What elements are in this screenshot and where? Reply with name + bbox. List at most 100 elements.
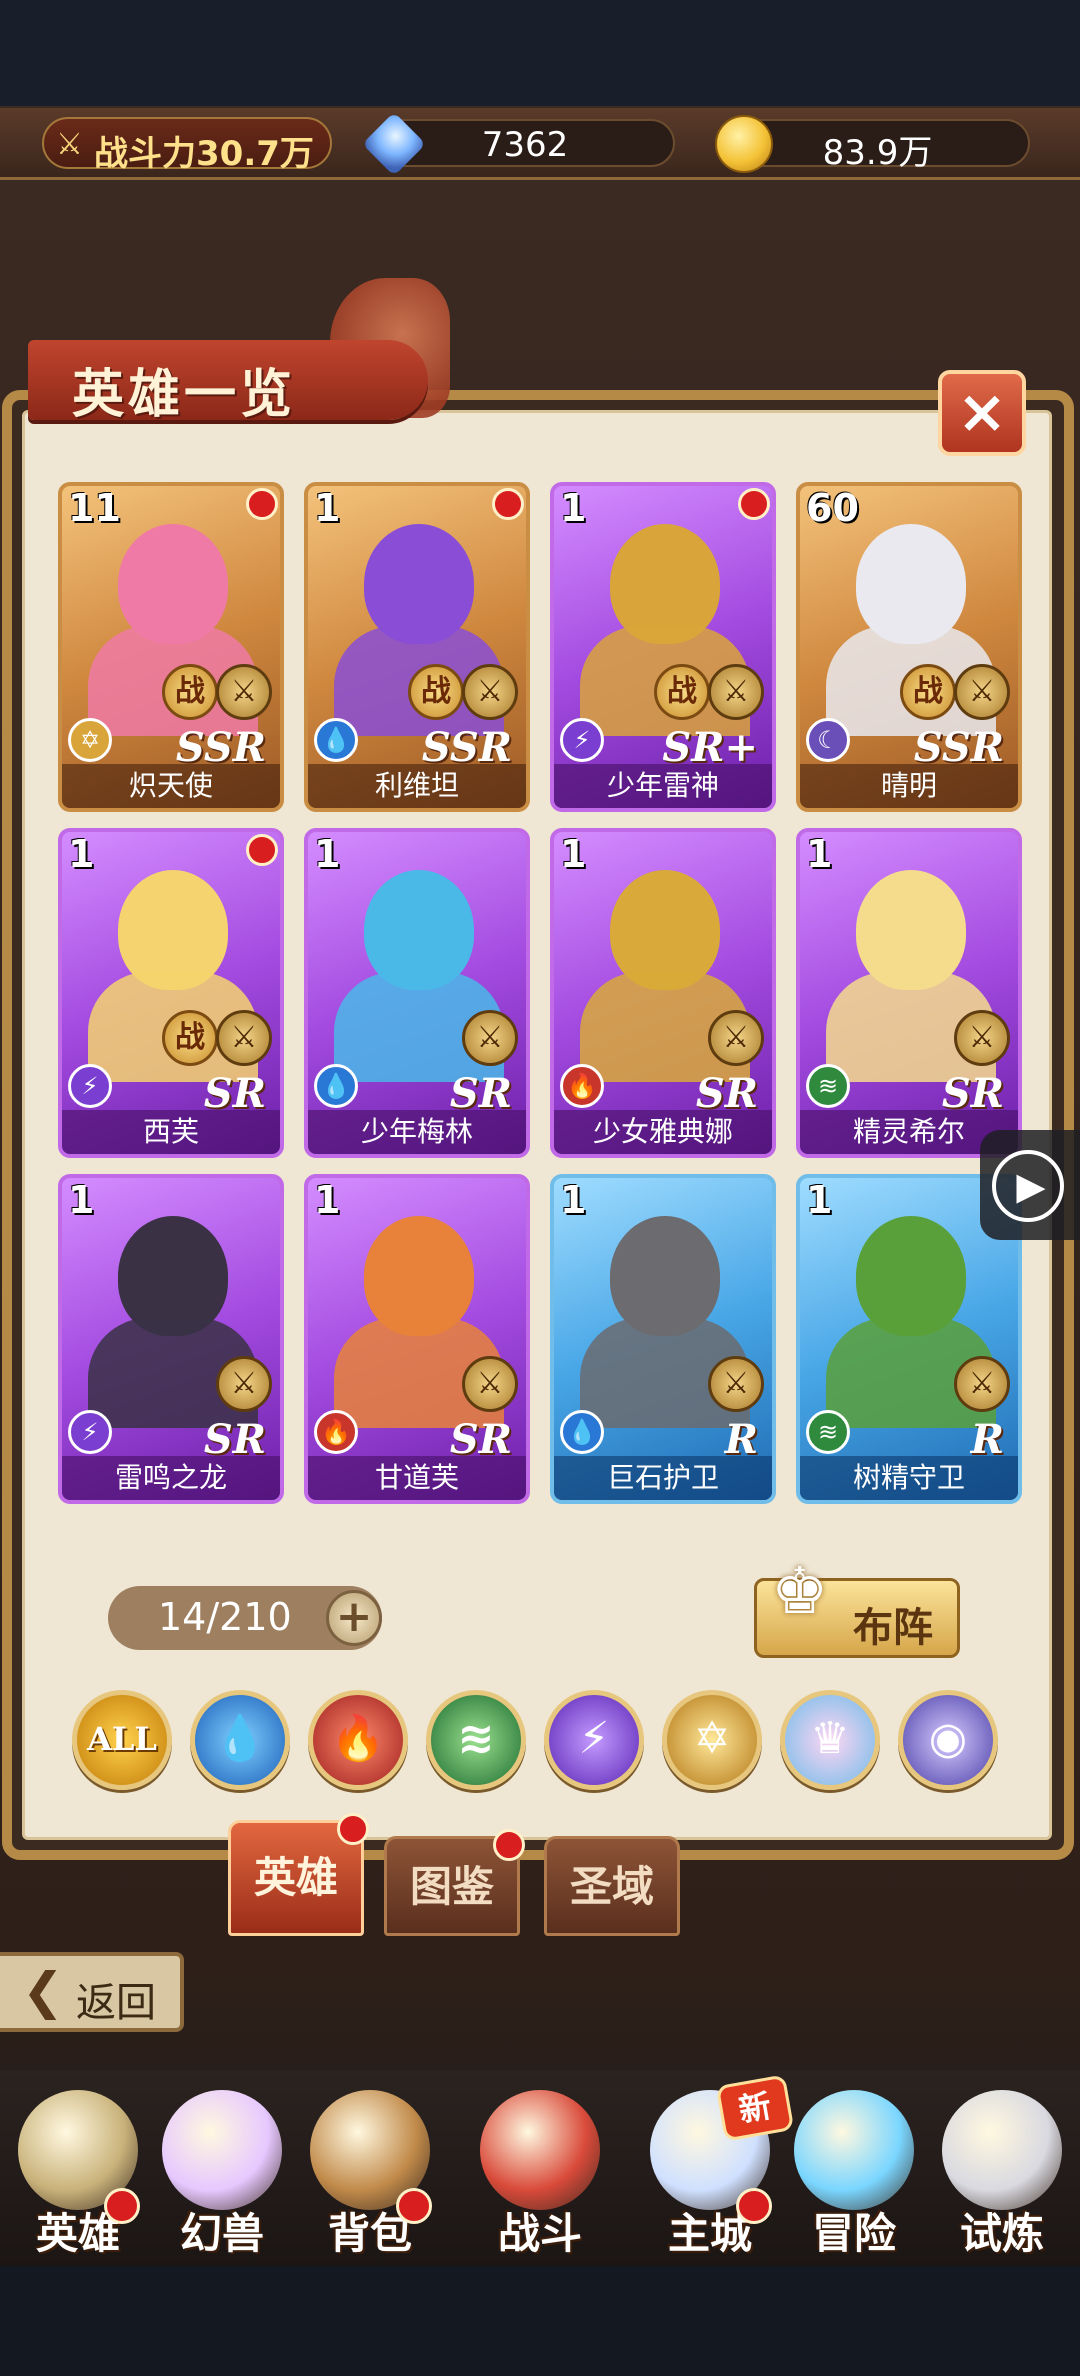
- nav-icon: [162, 2090, 282, 2210]
- hero-name: 炽天使: [62, 764, 280, 808]
- hero-level: 1: [560, 486, 587, 530]
- notification-dot: [337, 1813, 369, 1845]
- hero-card[interactable]: 1 ⚔ 🔥 SR 少女雅典娜: [550, 828, 776, 1158]
- wind-icon: ≋: [806, 1064, 850, 1108]
- filter-star-button[interactable]: ✡: [662, 1690, 762, 1790]
- star-icon: ✡: [68, 718, 112, 762]
- side-play-button[interactable]: ▶: [980, 1130, 1080, 1240]
- close-button[interactable]: ×: [938, 370, 1026, 456]
- class-icon: ⚔: [954, 1356, 1010, 1412]
- expand-slots-button[interactable]: +: [326, 1590, 382, 1646]
- game-screen: ⚔ 战斗力30.7万 7362 83.9万 英雄一览 × 11 战 ⚔ ✡ SSR 炽天使…: [0, 0, 1080, 2376]
- hero-name: 少年梅林: [308, 1110, 526, 1154]
- bottom-nav: 英雄 幻兽 背包 战斗 主城 冒险 试炼: [0, 2070, 1080, 2266]
- notification-dot: [736, 2188, 772, 2224]
- hero-level: 1: [68, 832, 95, 876]
- nav-icon: [480, 2090, 600, 2210]
- notification-dot: [738, 488, 770, 520]
- hero-card[interactable]: 1 ⚔ ⚡ SR 雷鸣之龙: [58, 1174, 284, 1504]
- hero-card[interactable]: 1 ⚔ 💧 R 巨石护卫: [550, 1174, 776, 1504]
- play-icon: ▶: [992, 1150, 1064, 1222]
- gem-amount: 7362: [481, 125, 569, 165]
- hero-name: 甘道芙: [308, 1456, 526, 1500]
- hero-level: 11: [68, 486, 121, 530]
- hero-name: 巨石护卫: [554, 1456, 772, 1500]
- filter-light-button[interactable]: ⚡: [544, 1690, 644, 1790]
- back-button[interactable]: ❮ 返回: [0, 1952, 184, 2032]
- nav-item-3[interactable]: 战斗: [470, 2080, 610, 2266]
- hero-name: 雷鸣之龙: [62, 1456, 280, 1500]
- class-icon: ⚔: [954, 1010, 1010, 1066]
- filter-water-button[interactable]: 💧: [190, 1690, 290, 1790]
- fire-icon: 🔥: [560, 1064, 604, 1108]
- nav-label: 幻兽: [179, 2209, 264, 2258]
- hero-name: 西芙: [62, 1110, 280, 1154]
- back-label: 返回: [76, 1980, 156, 2026]
- notification-dot: [396, 2188, 432, 2224]
- filter-eye-button[interactable]: ◉: [898, 1690, 998, 1790]
- nav-item-1[interactable]: 幻兽: [152, 2080, 292, 2266]
- battle-badge-icon: 战: [900, 664, 956, 720]
- notification-dot: [246, 834, 278, 866]
- battle-badge-icon: 战: [162, 1010, 218, 1066]
- notification-dot: [493, 1829, 525, 1861]
- water-icon: 💧: [314, 718, 358, 762]
- nav-item-6[interactable]: 试炼: [932, 2080, 1072, 2266]
- panel-title: 英雄一览: [72, 365, 297, 425]
- back-arrow-icon: ❮: [22, 1962, 64, 2020]
- resource-bar: ⚔ 战斗力30.7万 7362 83.9万: [0, 108, 1080, 180]
- nav-icon: [942, 2090, 1062, 2210]
- filter-all-button[interactable]: ALL: [72, 1690, 172, 1790]
- hero-level: 1: [314, 832, 341, 876]
- hero-name: 树精守卫: [800, 1456, 1018, 1500]
- tab-0[interactable]: 英雄: [228, 1813, 369, 1936]
- nav-item-5[interactable]: 冒险: [784, 2080, 924, 2266]
- hero-card[interactable]: 11 战 ⚔ ✡ SSR 炽天使: [58, 482, 284, 812]
- class-icon: ⚔: [216, 664, 272, 720]
- nav-label: 战斗: [497, 2209, 582, 2258]
- filter-crown-button[interactable]: ♛: [780, 1690, 880, 1790]
- hero-card[interactable]: 1 ⚔ 🔥 SR 甘道芙: [304, 1174, 530, 1504]
- lightning-icon: ⚡: [68, 1410, 112, 1454]
- formation-label: 布阵: [853, 1605, 933, 1651]
- formation-button[interactable]: ♚ 布阵: [754, 1555, 960, 1658]
- tab-1[interactable]: 图鉴: [384, 1829, 525, 1936]
- hero-card[interactable]: 1 战 ⚔ ⚡ SR 西芙: [58, 828, 284, 1158]
- hero-name: 少年雷神: [554, 764, 772, 808]
- hero-card[interactable]: 1 ⚔ ≋ SR 精灵希尔: [796, 828, 1022, 1158]
- nav-item-0[interactable]: 英雄: [8, 2080, 148, 2266]
- water-icon: 💧: [560, 1410, 604, 1454]
- sword-icon: ⚔: [56, 127, 83, 162]
- gem-counter[interactable]: 7362: [362, 112, 675, 176]
- notification-dot: [104, 2188, 140, 2224]
- nav-icon: [794, 2090, 914, 2210]
- wind-icon: ≋: [806, 1410, 850, 1454]
- hero-card[interactable]: 60 战 ⚔ ☾ SSR 晴明: [796, 482, 1022, 812]
- nav-item-2[interactable]: 背包: [300, 2080, 440, 2266]
- hero-level: 1: [314, 486, 341, 530]
- hero-name: 晴明: [800, 764, 1018, 808]
- class-icon: ⚔: [462, 1010, 518, 1066]
- hero-card[interactable]: 1 战 ⚔ 💧 SSR 利维坦: [304, 482, 530, 812]
- battle-badge-icon: 战: [408, 664, 464, 720]
- gold-amount: 83.9万: [822, 133, 933, 173]
- hero-level: 1: [560, 1178, 587, 1222]
- hero-level: 1: [806, 1178, 833, 1222]
- class-icon: ⚔: [708, 664, 764, 720]
- hero-card[interactable]: 1 战 ⚔ ⚡ SR+ 少年雷神: [550, 482, 776, 812]
- class-icon: ⚔: [462, 664, 518, 720]
- combat-power-badge: ⚔ 战斗力30.7万: [42, 117, 332, 174]
- lightning-icon: ⚡: [68, 1064, 112, 1108]
- tab-2[interactable]: 圣域: [544, 1836, 680, 1936]
- hero-name: 利维坦: [308, 764, 526, 808]
- class-icon: ⚔: [954, 664, 1010, 720]
- filter-wind-button[interactable]: ≋: [426, 1690, 526, 1790]
- class-icon: ⚔: [216, 1010, 272, 1066]
- class-icon: ⚔: [462, 1356, 518, 1412]
- gold-counter[interactable]: 83.9万: [715, 115, 1030, 173]
- filter-fire-button[interactable]: 🔥: [308, 1690, 408, 1790]
- hero-card[interactable]: 1 ⚔ 💧 SR 少年梅林: [304, 828, 530, 1158]
- class-icon: ⚔: [216, 1356, 272, 1412]
- notification-dot: [492, 488, 524, 520]
- hero-level: 1: [560, 832, 587, 876]
